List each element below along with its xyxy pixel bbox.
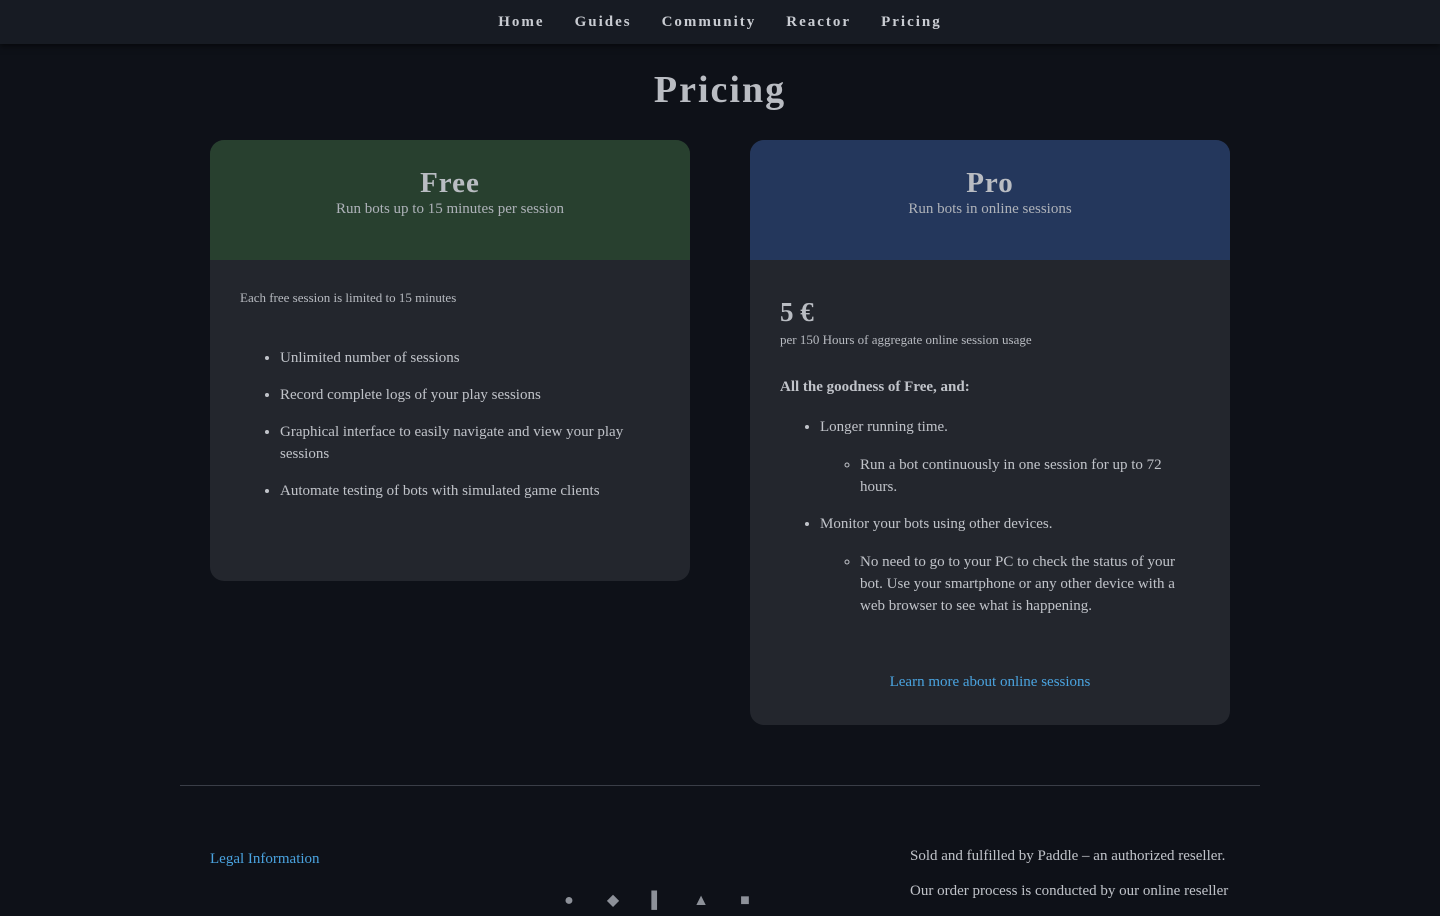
reseller-info: Sold and fulfilled by Paddle – an author… (910, 846, 1250, 916)
twitter-icon[interactable]: ▲ (692, 892, 710, 910)
pro-plan-intro: All the goodness of Free, and: (780, 379, 970, 395)
forum-icon[interactable]: ■ (736, 892, 754, 910)
reseller-line: Our order process is conducted by our on… (910, 883, 1229, 899)
reseller-line: Sold and fulfilled by Paddle – an author… (910, 848, 1226, 864)
legal-information-link[interactable]: Legal Information (210, 851, 320, 868)
pro-plan-name: Pro (966, 167, 1014, 199)
feature-label: Longer running time. (820, 419, 948, 435)
social-links: ● ◆ ▌ ▲ ■ (560, 892, 754, 910)
free-plan-subtitle: Run bots up to 15 minutes per session (336, 201, 564, 217)
list-item: Record complete logs of your play sessio… (280, 384, 660, 406)
pro-plan-price: 5 € (780, 297, 814, 327)
page-title: Pricing (653, 69, 787, 111)
list-item: Graphical interface to easily navigate a… (280, 421, 660, 465)
github-icon[interactable]: ● (560, 892, 578, 910)
pro-plan-header: Pro Run bots in online sessions (750, 140, 1230, 260)
free-plan-card: Free Run bots up to 15 minutes per sessi… (210, 140, 690, 581)
feature-detail-list: No need to go to your PC to check the st… (820, 551, 1180, 617)
pro-plan-feature-list: Longer running time. Run a bot continuou… (780, 416, 1200, 617)
free-plan-body: Each free session is limited to 15 minut… (210, 290, 690, 502)
feature-detail-list: Run a bot continuously in one session fo… (820, 454, 1180, 498)
free-plan-header: Free Run bots up to 15 minutes per sessi… (210, 140, 690, 260)
free-plan-feature-list: Unlimited number of sessions Record comp… (240, 347, 660, 502)
discord-icon[interactable]: ◆ (604, 892, 622, 910)
list-item: No need to go to your PC to check the st… (860, 551, 1180, 617)
pro-plan-card: Pro Run bots in online sessions 5 € per … (750, 140, 1230, 725)
nav-guides[interactable]: Guides (560, 0, 647, 44)
free-plan-note: Each free session is limited to 15 minut… (240, 290, 457, 305)
nav-pricing[interactable]: Pricing (866, 0, 957, 44)
pro-plan-subtitle: Run bots in online sessions (908, 201, 1072, 217)
learn-more-online-sessions-link[interactable]: Learn more about online sessions (750, 674, 1230, 691)
pro-plan-body: 5 € per 150 Hours of aggregate online se… (750, 296, 1230, 617)
nav-reactor[interactable]: Reactor (771, 0, 866, 44)
youtube-icon[interactable]: ▌ (648, 892, 666, 910)
list-item: Monitor your bots using other devices. N… (820, 513, 1200, 617)
top-navigation: Home Guides Community Reactor Pricing (0, 0, 1440, 44)
list-item: Unlimited number of sessions (280, 347, 660, 369)
list-item: Longer running time. Run a bot continuou… (820, 416, 1200, 498)
nav-community[interactable]: Community (647, 0, 772, 44)
pro-plan-price-note: per 150 Hours of aggregate online sessio… (780, 332, 1032, 347)
list-item: Automate testing of bots with simulated … (280, 480, 660, 502)
nav-home[interactable]: Home (483, 0, 559, 44)
footer-divider (180, 785, 1260, 786)
list-item: Run a bot continuously in one session fo… (860, 454, 1180, 498)
feature-label: Monitor your bots using other devices. (820, 516, 1053, 532)
free-plan-name: Free (420, 167, 480, 199)
